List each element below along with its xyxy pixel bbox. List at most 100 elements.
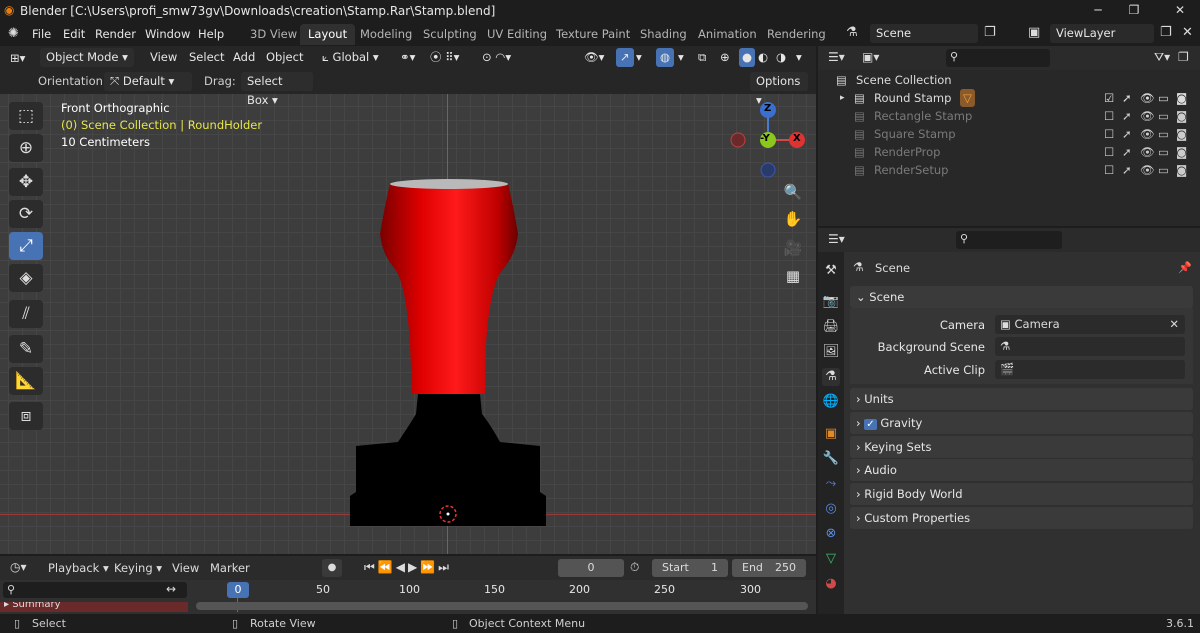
annotate-tool-icon[interactable]: ⫽ <box>9 300 43 328</box>
3d-cursor-icon[interactable] <box>436 502 460 526</box>
solid-shading-icon[interactable]: ● <box>739 48 756 67</box>
panel-units[interactable]: › Units <box>850 388 1193 410</box>
scene-selector[interactable]: Scene <box>870 24 978 43</box>
menu-help[interactable]: Help <box>198 27 224 41</box>
options-dropdown[interactable]: Options ▾ <box>750 72 808 107</box>
rendered-shading-icon[interactable]: ◑ <box>776 48 786 67</box>
timeline-search-input[interactable]: ⚲ <box>3 582 187 598</box>
wireframe-shading-icon[interactable]: ⊕ <box>720 48 730 67</box>
clear-camera-icon[interactable]: ✕ <box>1169 315 1179 334</box>
orientation-default-dropdown[interactable]: ⤧ Default ▾ <box>104 72 192 91</box>
panel-scene[interactable]: ⌄ Scene <box>850 286 1193 308</box>
gravity-checkbox[interactable]: ✓ <box>864 419 877 430</box>
orientation-dropdown[interactable]: ⟀ Global ▾ <box>322 48 379 67</box>
render-disable-icon[interactable]: ◙ <box>1176 125 1187 143</box>
timeline-view-menu[interactable]: View <box>172 561 199 575</box>
outliner-item-rectangle-stamp[interactable]: ▤ Rectangle Stamp ☐ ➚ 👁 ▭ ◙ <box>830 107 1195 125</box>
selectable-icon[interactable]: ➚ <box>1122 143 1132 161</box>
gizmo-dropdown-icon[interactable]: ▾ <box>636 48 642 67</box>
physics-tab-icon[interactable]: ◎ <box>822 500 840 518</box>
render-disable-icon[interactable]: ◙ <box>1176 107 1187 125</box>
tab-uv-editing[interactable]: UV Editing <box>479 24 555 45</box>
playhead[interactable]: 0 <box>227 582 249 598</box>
tab-sculpting[interactable]: Sculpting <box>415 24 485 45</box>
selectable-icon[interactable]: ➚ <box>1122 89 1132 107</box>
cursor-tool-icon[interactable]: ⊕ <box>9 134 43 162</box>
visibility-eye-icon[interactable]: 👁 <box>1140 125 1155 143</box>
output-tab-icon[interactable]: 🖨 <box>822 318 840 336</box>
timeline-scrollbar[interactable] <box>196 602 808 610</box>
viewport-disable-icon[interactable]: ▭ <box>1158 125 1169 143</box>
exclude-checkbox[interactable]: ☐ <box>1104 161 1114 179</box>
playback-menu[interactable]: Playback ▾ <box>48 561 109 575</box>
gizmo-neg-x-icon[interactable] <box>730 132 746 148</box>
transform-tool-icon[interactable]: ◈ <box>9 264 43 292</box>
new-viewlayer-icon[interactable]: ❐ <box>1160 25 1172 40</box>
editor-type-icon[interactable]: ⊞▾ <box>10 49 25 68</box>
close-window-button[interactable]: ✕ <box>1160 0 1200 22</box>
display-mode-icon[interactable]: ▣▾ <box>862 50 879 64</box>
drag-dropdown[interactable]: Select Box ▾ <box>241 72 313 107</box>
material-shading-icon[interactable]: ◐ <box>758 48 768 67</box>
outliner-item-round-stamp[interactable]: ▸ ▤ Round Stamp ▽ ☑ ➚ 👁 ▭ ◙ <box>830 89 1195 107</box>
clock-icon[interactable]: ⏱ <box>630 560 639 575</box>
record-icon[interactable]: ● <box>322 559 342 577</box>
add-cube-tool-icon[interactable]: ⧈ <box>9 402 43 430</box>
move-tool-icon[interactable]: ✥ <box>9 168 43 196</box>
pan-view-icon[interactable]: ✋ <box>781 207 805 231</box>
stamp-model[interactable] <box>340 174 560 534</box>
outliner-search-input[interactable]: ⚲ <box>946 49 1050 67</box>
scene-tab-icon[interactable]: ⚗ <box>822 368 840 386</box>
draw-tool-icon[interactable]: ✎ <box>9 335 43 363</box>
proportional-edit-icon[interactable]: ⊙ ◠▾ <box>482 48 511 67</box>
selectable-icon[interactable]: ➚ <box>1122 107 1132 125</box>
render-disable-icon[interactable]: ◙ <box>1176 89 1187 107</box>
properties-search-input[interactable]: ⚲ <box>956 231 1062 249</box>
remove-viewlayer-icon[interactable]: ✕ <box>1182 25 1193 40</box>
blender-menu-icon[interactable]: ✺ <box>8 26 19 41</box>
world-tab-icon[interactable]: 🌐 <box>822 393 840 411</box>
camera-view-icon[interactable]: 🎥 <box>781 236 805 260</box>
active-clip-field[interactable]: 🎬 <box>995 360 1185 379</box>
exclude-checkbox[interactable]: ☑ <box>1104 89 1114 107</box>
selectable-icon[interactable]: ➚ <box>1122 161 1132 179</box>
mode-dropdown[interactable]: Object Mode ▾ <box>40 48 134 67</box>
exclude-checkbox[interactable]: ☐ <box>1104 143 1114 161</box>
outliner-editor-type-icon[interactable]: ☰▾ <box>828 50 845 64</box>
overlay-toggle-icon[interactable]: ◍ <box>656 48 675 67</box>
visibility-eye-icon[interactable]: 👁 <box>1140 89 1155 107</box>
tab-rendering[interactable]: Rendering <box>759 24 834 45</box>
exclude-checkbox[interactable]: ☐ <box>1104 107 1114 125</box>
start-frame-field[interactable]: Start 1 <box>652 559 728 577</box>
object-tab-icon[interactable]: ▣ <box>822 425 840 443</box>
swap-icon[interactable]: ↔ <box>166 582 176 596</box>
view-layer-tab-icon[interactable]: 🖼 <box>822 343 840 361</box>
viewlayer-selector[interactable]: ViewLayer <box>1050 24 1154 43</box>
camera-field[interactable]: ▣ Camera ✕ <box>995 315 1185 334</box>
snap-icon[interactable]: ⦿ ⠿▾ <box>430 48 459 67</box>
constraints-tab-icon[interactable]: ⊗ <box>822 525 840 543</box>
new-scene-icon[interactable]: ❐ <box>984 25 996 40</box>
menu-render[interactable]: Render <box>95 27 136 41</box>
maximize-button[interactable]: ❐ <box>1114 0 1154 22</box>
exclude-checkbox[interactable]: ☐ <box>1104 125 1114 143</box>
current-frame-field[interactable]: 0 <box>558 559 624 577</box>
panel-audio[interactable]: › Audio <box>850 459 1193 481</box>
outliner-item-square-stamp[interactable]: ▤ Square Stamp ☐ ➚ 👁 ▭ ◙ <box>830 125 1195 143</box>
rotate-tool-icon[interactable]: ⟳ <box>9 200 43 228</box>
panel-keying-sets[interactable]: › Keying Sets <box>850 436 1193 458</box>
particles-tab-icon[interactable]: ⤳ <box>822 475 840 493</box>
menu-file[interactable]: File <box>32 27 51 41</box>
outliner-item-renderprop[interactable]: ▤ RenderProp ☐ ➚ 👁 ▭ ◙ <box>830 143 1195 161</box>
filter-icon[interactable]: ⛛▾ <box>1154 50 1170 65</box>
render-disable-icon[interactable]: ◙ <box>1176 161 1187 179</box>
visibility-eye-icon[interactable]: 👁 <box>1140 161 1155 179</box>
visibility-icon[interactable]: 👁▾ <box>584 48 604 67</box>
zoom-view-icon[interactable]: 🔍 <box>781 180 805 204</box>
measure-tool-icon[interactable]: 📐 <box>9 367 43 395</box>
properties-editor-type-icon[interactable]: ☰▾ <box>828 232 845 246</box>
select-box-tool-icon[interactable]: ⬚ <box>9 102 43 130</box>
panel-custom-properties[interactable]: › Custom Properties <box>850 507 1193 529</box>
modifier-tab-icon[interactable]: 🔧 <box>822 450 840 468</box>
summary-row[interactable]: ▸ Summary <box>0 602 188 612</box>
